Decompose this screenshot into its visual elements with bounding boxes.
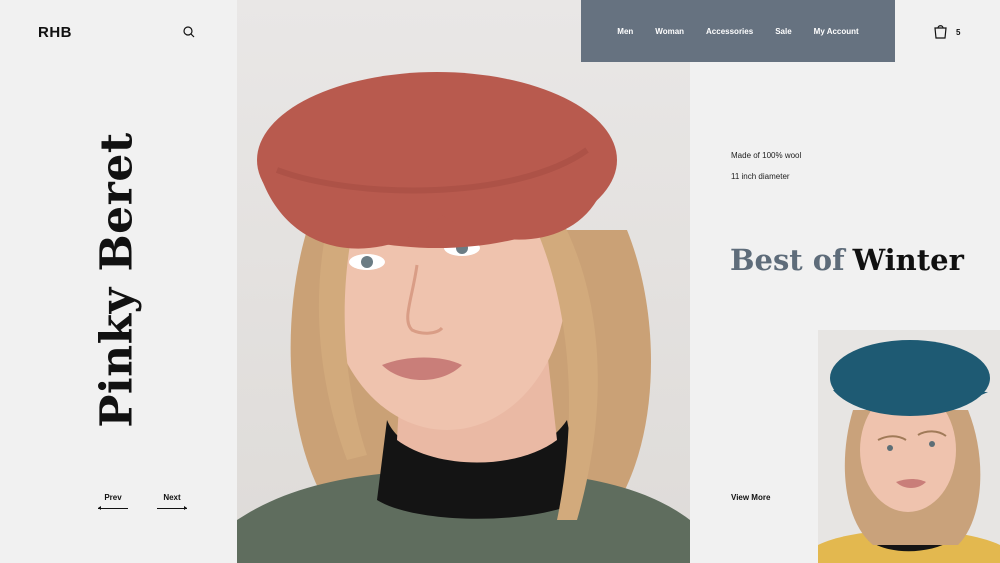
prev-label: Prev <box>104 493 122 502</box>
search-icon[interactable] <box>183 26 195 38</box>
feature-list: Made of 100% wool 11 inch diameter <box>731 151 801 193</box>
nav-item-men[interactable]: Men <box>617 27 633 36</box>
model-illustration <box>237 72 690 563</box>
next-label: Next <box>163 493 181 502</box>
main-nav: Men Woman Accessories Sale My Account <box>581 0 895 62</box>
headline-part2: Winter <box>852 243 964 277</box>
thumbnail-image[interactable] <box>818 330 1000 563</box>
product-title: Pinky Beret <box>91 132 143 428</box>
arrow-left-icon <box>98 506 128 510</box>
feature-item: Made of 100% wool <box>731 151 802 160</box>
hero-image <box>237 0 690 563</box>
thumbnail-illustration <box>818 340 1000 563</box>
cart-count: 5 <box>956 28 961 37</box>
nav-item-accessories[interactable]: Accessories <box>706 27 753 36</box>
next-button[interactable]: Next <box>157 493 187 510</box>
headline-part1: Best of <box>730 243 845 277</box>
arrow-right-icon <box>157 506 187 510</box>
nav-item-my-account[interactable]: My Account <box>814 27 859 36</box>
left-column: RHB Pinky Beret Prev Next <box>0 0 237 563</box>
nav-item-sale[interactable]: Sale <box>775 27 791 36</box>
feature-item: 11 inch diameter <box>731 172 790 181</box>
brand-logo[interactable]: RHB <box>38 24 72 41</box>
nav-item-woman[interactable]: Woman <box>655 27 684 36</box>
headline: Best of Winter <box>730 243 964 277</box>
shopping-bag-icon[interactable] <box>933 24 948 39</box>
prev-button[interactable]: Prev <box>98 493 128 510</box>
view-more-link[interactable]: View More <box>731 493 770 502</box>
